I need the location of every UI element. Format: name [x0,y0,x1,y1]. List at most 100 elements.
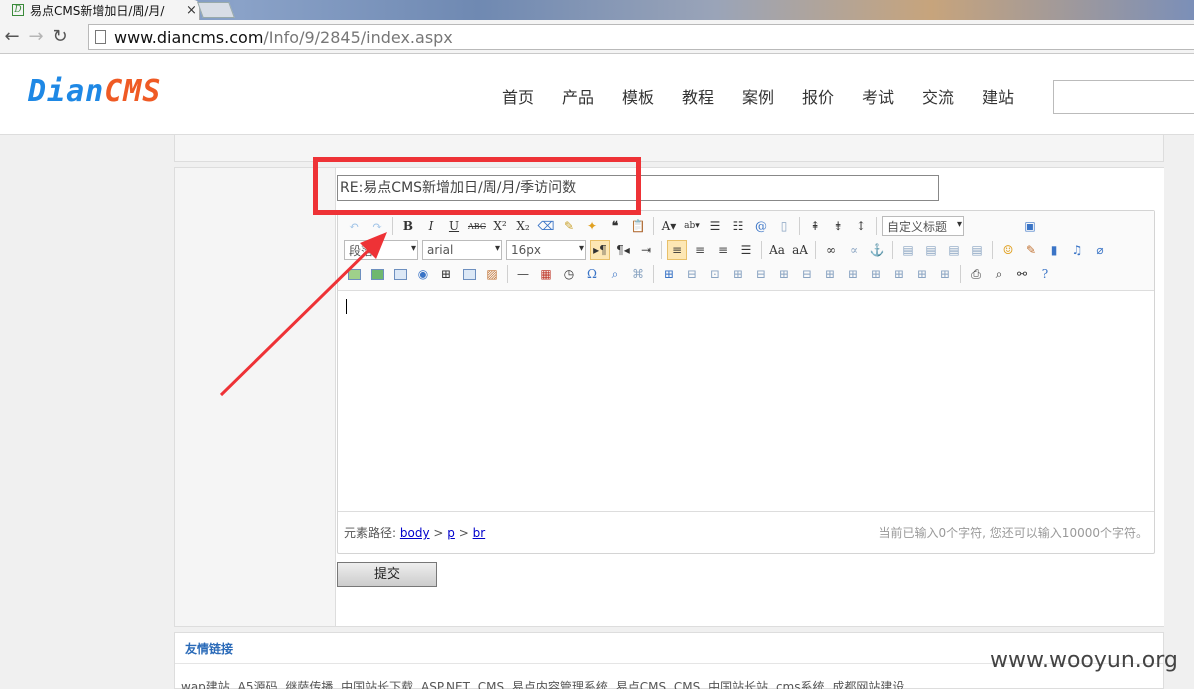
friend-link[interactable]: wap建站 [181,680,230,689]
anchor-icon[interactable]: ⚓ [867,240,887,260]
back-icon[interactable]: ← [0,26,24,47]
fullscreen-icon[interactable]: ▣ [1020,216,1040,236]
site-search-input[interactable] [1053,80,1194,114]
multi-image-icon[interactable] [367,264,387,284]
split-cells-icon[interactable]: ⊞ [889,264,909,284]
friend-link[interactable]: CMS [674,680,700,689]
friend-link[interactable]: ASP.NET CMS [421,680,504,689]
friend-link[interactable]: 继萨传播 [285,680,333,689]
font-size-select[interactable]: 16px [506,240,586,260]
drafts-icon[interactable]: ⚯ [1012,264,1032,284]
reload-icon[interactable]: ↻ [48,26,72,47]
template-icon[interactable] [459,264,479,284]
ordered-list-icon[interactable]: ☰ [705,216,725,236]
friend-link[interactable]: 易点CMS [616,680,666,689]
insert-table-icon[interactable]: ⊞ [659,264,679,284]
music-icon[interactable]: ♫ [1067,240,1087,260]
delete-row-icon[interactable]: ⊟ [751,264,771,284]
map-icon[interactable]: ◉ [413,264,433,284]
insert-col-icon[interactable]: ⊞ [774,264,794,284]
path-p-link[interactable]: p [447,526,455,540]
submit-button[interactable]: 提交 [337,562,437,587]
align-center-icon[interactable]: ≡ [690,240,710,260]
special-char-icon[interactable]: Ω [582,264,602,284]
nav-item-pricing[interactable]: 报价 [788,84,848,108]
uppercase-icon[interactable]: Aa [767,240,787,260]
image-none-icon[interactable]: ▤ [898,240,918,260]
bold-icon[interactable]: B [398,216,418,236]
italic-icon[interactable]: I [421,216,441,236]
lowercase-icon[interactable]: aA [790,240,810,260]
tab-close-icon[interactable]: × [186,3,197,18]
date-icon[interactable]: ▦ [536,264,556,284]
line-height-icon[interactable]: ↕ [851,216,871,236]
insert-row-icon[interactable]: ⊞ [728,264,748,284]
merge-right-icon[interactable]: ⊞ [843,264,863,284]
page-break-icon[interactable]: ⊞ [436,264,456,284]
path-br-link[interactable]: br [473,526,486,540]
image-left-icon[interactable]: ▤ [921,240,941,260]
delete-table-icon[interactable]: ⊟ [682,264,702,284]
merge-down-icon[interactable]: ⊞ [866,264,886,284]
row-spacing-top-icon[interactable]: ⇞ [805,216,825,236]
background-icon[interactable]: ▨ [482,264,502,284]
path-body-link[interactable]: body [400,526,430,540]
custom-title-select[interactable]: 自定义标题 [882,216,964,236]
format-painter-icon[interactable]: ✎ [559,216,579,236]
unordered-list-icon[interactable]: ☷ [728,216,748,236]
preview-icon[interactable]: ⌕ [989,264,1009,284]
address-bar[interactable]: www.diancms.com /Info/9/2845/index.aspx [88,24,1194,50]
site-logo[interactable]: DianCMS [28,74,161,109]
highlight-color-icon[interactable]: ab▾ [682,216,702,236]
search-replace-icon[interactable]: ⌕ [605,264,625,284]
time-icon[interactable]: ◷ [559,264,579,284]
nav-item-forum[interactable]: 交流 [908,84,968,108]
image-right-icon[interactable]: ▤ [944,240,964,260]
new-tab-button[interactable] [197,2,235,18]
strikethrough-icon[interactable]: ABC [467,216,487,236]
underline-icon[interactable]: U [444,216,464,236]
paragraph-select[interactable]: 段落 [344,240,418,260]
align-justify-icon[interactable]: ☰ [736,240,756,260]
forward-icon[interactable]: → [24,26,48,47]
redo-icon[interactable]: ↷ [367,216,387,236]
clear-doc-icon[interactable]: ▯ [774,216,794,236]
merge-cells-icon[interactable]: ⊞ [820,264,840,284]
friend-link[interactable]: 易点内容管理系统 [512,680,608,689]
align-left-icon[interactable]: ≡ [667,240,687,260]
code-icon[interactable]: ⌘ [628,264,648,284]
indent-icon[interactable]: ⇥ [636,240,656,260]
emotion-icon[interactable]: ☺ [998,240,1018,260]
insert-image-icon[interactable] [344,264,364,284]
superscript-icon[interactable]: X² [490,216,510,236]
help-icon[interactable]: ? [1035,264,1055,284]
insert-frame-icon[interactable] [390,264,410,284]
video-icon[interactable]: ▮ [1044,240,1064,260]
scrawl-icon[interactable]: ✎ [1021,240,1041,260]
friend-link[interactable]: 中国站长站 [708,680,768,689]
editor-content-area[interactable] [338,291,1154,511]
split-rows-icon[interactable]: ⊞ [912,264,932,284]
print-icon[interactable]: ⎙ [966,264,986,284]
insert-para-before-table-icon[interactable]: ⊡ [705,264,725,284]
ltr-icon[interactable]: ▸¶ [590,240,610,260]
rtl-icon[interactable]: ¶◂ [613,240,633,260]
blockquote-icon[interactable]: ❝ [605,216,625,236]
friend-link[interactable]: 中国站长下载 [341,680,413,689]
friend-link[interactable]: 成都网站建设 [832,680,904,689]
unlink-icon[interactable]: ∝ [844,240,864,260]
delete-col-icon[interactable]: ⊟ [797,264,817,284]
font-family-select[interactable]: arial [422,240,502,260]
nav-item-products[interactable]: 产品 [548,84,608,108]
split-cols-icon[interactable]: ⊞ [935,264,955,284]
link-icon[interactable]: ∞ [821,240,841,260]
horizontal-rule-icon[interactable]: — [513,264,533,284]
nav-item-cases[interactable]: 案例 [728,84,788,108]
subscript-icon[interactable]: X₂ [513,216,533,236]
image-center-icon[interactable]: ▤ [967,240,987,260]
nav-item-home[interactable]: 首页 [488,84,548,108]
font-color-icon[interactable]: A▾ [659,216,679,236]
align-right-icon[interactable]: ≡ [713,240,733,260]
nav-item-build-site[interactable]: 建站 [968,84,1028,108]
nav-item-templates[interactable]: 模板 [608,84,668,108]
